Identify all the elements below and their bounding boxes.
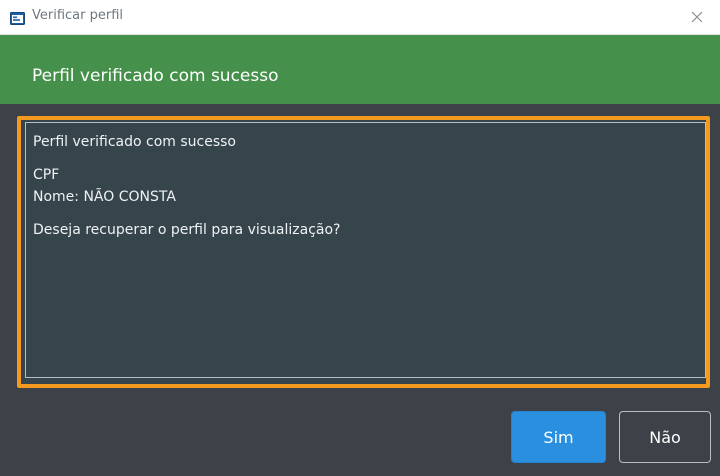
no-button[interactable]: Não	[619, 411, 711, 463]
message-line-name: Nome: NÃO CONSTA	[33, 189, 176, 205]
header-title: Perfil verificado com sucesso	[32, 65, 279, 86]
window-title: Verificar perfil	[32, 8, 124, 23]
dialog-window: Verificar perfil Perfil verificado com s…	[0, 0, 720, 476]
message-line-question: Deseja recuperar o perfil para visualiza…	[33, 222, 341, 238]
yes-button[interactable]: Sim	[511, 411, 606, 463]
message-line-status: Perfil verificado com sucesso	[33, 134, 236, 150]
success-header: Perfil verificado com sucesso	[0, 35, 720, 104]
title-bar: Verificar perfil	[0, 0, 720, 35]
close-button[interactable]	[674, 0, 720, 34]
message-line-cpf: CPF	[33, 167, 60, 183]
message-textarea[interactable]: Perfil verificado com sucesso CPF Nome: …	[25, 122, 706, 378]
app-window-icon	[10, 10, 25, 25]
close-icon	[691, 8, 703, 27]
